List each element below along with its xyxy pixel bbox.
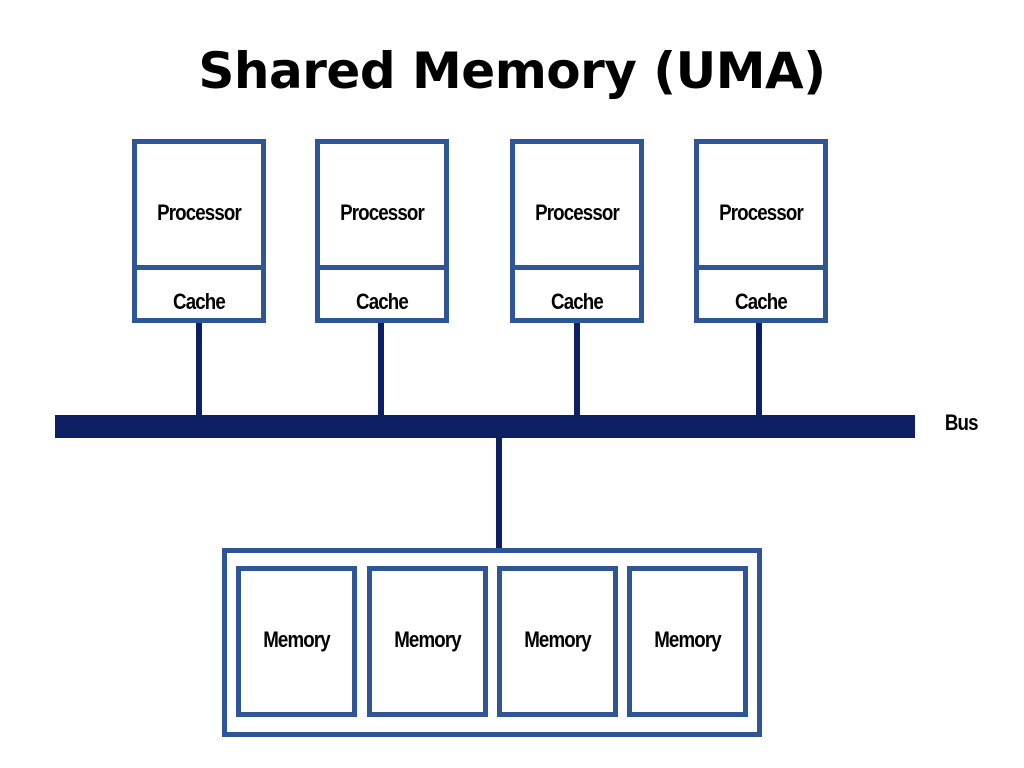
cache-label: Cache <box>356 289 409 314</box>
processor-node-4: Processor Cache <box>694 139 828 323</box>
processor-cache-divider <box>320 265 444 270</box>
memory-label: Memory <box>654 627 721 652</box>
processor-label: Processor <box>535 200 620 225</box>
processor-node-1: Processor Cache <box>132 139 266 323</box>
memory-module-1: Memory <box>236 566 357 717</box>
memory-label: Memory <box>394 627 461 652</box>
cache-label: Cache <box>173 289 226 314</box>
bus-label: Bus <box>944 410 979 435</box>
memory-label: Memory <box>524 627 591 652</box>
processor-node-3: Processor Cache <box>510 139 644 323</box>
system-bus <box>55 415 915 438</box>
processor-cache-divider <box>515 265 639 270</box>
processor-cache-divider <box>699 265 823 270</box>
bus-memory-connector <box>496 436 502 550</box>
processor-label: Processor <box>340 200 425 225</box>
cache-bus-connector-2 <box>378 323 384 417</box>
processor-node-2: Processor Cache <box>315 139 449 323</box>
memory-module-4: Memory <box>627 566 748 717</box>
memory-label: Memory <box>263 627 330 652</box>
cache-bus-connector-4 <box>756 323 762 417</box>
processor-label: Processor <box>157 200 242 225</box>
cache-bus-connector-3 <box>574 323 580 417</box>
processor-label: Processor <box>719 200 804 225</box>
memory-module-3: Memory <box>497 566 618 717</box>
processor-cache-divider <box>137 265 261 270</box>
cache-label: Cache <box>735 289 788 314</box>
cache-label: Cache <box>551 289 604 314</box>
slide-title: Shared Memory (UMA) <box>198 42 826 100</box>
memory-module-2: Memory <box>367 566 488 717</box>
cache-bus-connector-1 <box>196 323 202 417</box>
